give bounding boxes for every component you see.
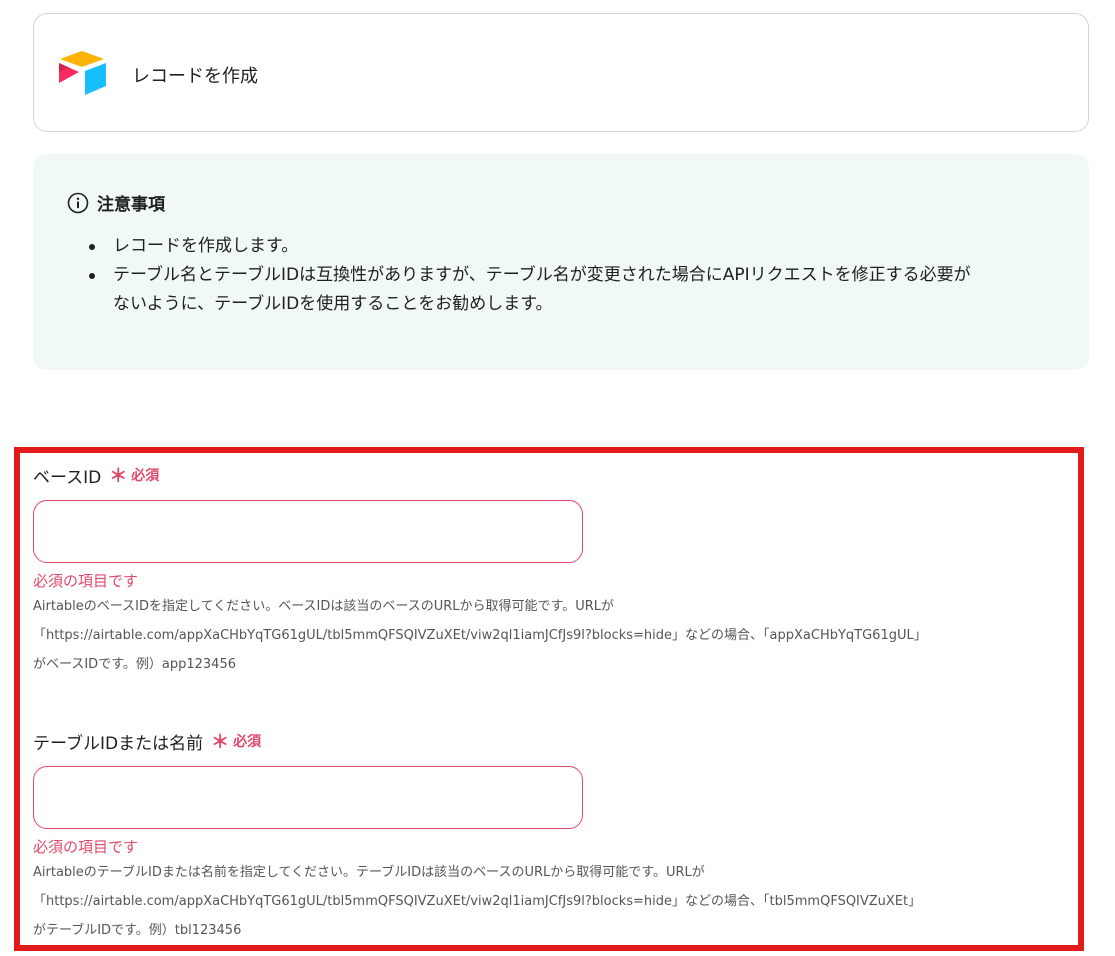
notice-title: 注意事項 [97, 195, 165, 215]
table-id-input[interactable] [33, 766, 583, 829]
table-id-error: 必須の項目です [33, 838, 139, 856]
notice-item: レコードを作成します。 [89, 232, 1059, 261]
table-id-field: テーブルIDまたは名前 ＊ 必須 必須の項目です AirtableのテーブルID… [33, 728, 921, 938]
required-tag: 必須 [131, 468, 160, 484]
table-id-help: AirtableのテーブルIDまたは名前を指定してください。テーブルIDは該当の… [33, 865, 922, 938]
notice-list: レコードを作成します。 テーブル名とテーブルIDは互換性がありますが、テーブル名… [89, 232, 1059, 319]
base-id-error: 必須の項目です [33, 572, 139, 590]
airtable-logo-icon [59, 51, 106, 95]
action-card[interactable]: レコードを作成 [33, 13, 1089, 132]
required-asterisk-icon: ＊ [109, 466, 128, 487]
info-icon [67, 192, 89, 213]
required-tag: 必須 [233, 734, 262, 750]
base-id-help: AirtableのベースIDを指定してください。ベースIDは該当のベースのURL… [33, 599, 927, 672]
required-asterisk-icon: ＊ [211, 732, 230, 753]
base-id-label: ベースID ＊ 必須 [33, 462, 159, 488]
base-id-input[interactable] [33, 500, 583, 563]
action-title: レコードを作成 [132, 66, 258, 87]
notice-item: テーブル名とテーブルIDは互換性がありますが、テーブル名が変更された場合にAPI… [89, 261, 1059, 319]
notice-header: 注意事項 [67, 190, 165, 215]
notice-box: 注意事項 レコードを作成します。 テーブル名とテーブルIDは互換性がありますが、… [33, 154, 1089, 370]
table-id-label: テーブルIDまたは名前 ＊ 必須 [33, 728, 261, 754]
base-id-field: ベースID ＊ 必須 必須の項目です AirtableのベースIDを指定してくだ… [33, 462, 927, 672]
